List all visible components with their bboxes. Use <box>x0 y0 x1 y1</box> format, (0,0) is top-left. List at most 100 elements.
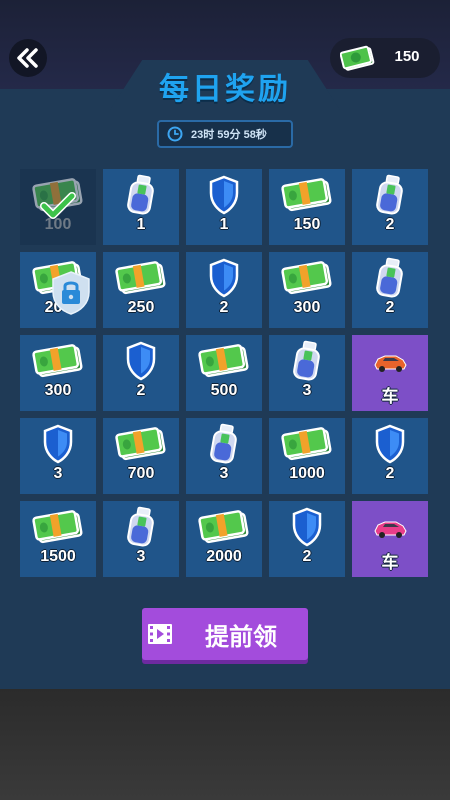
reward-icon-wrap <box>186 505 262 549</box>
timer-text: 23时 59分 58秒 <box>191 129 267 141</box>
reward-grid: 100 1 1 150 2 200 250 2 300 2 300 2 500 … <box>20 169 430 579</box>
reward-icon-wrap <box>20 505 96 549</box>
potion-icon <box>376 257 403 298</box>
reward-cell[interactable]: 1000 <box>269 418 345 494</box>
reward-label: 1 <box>136 216 146 233</box>
back-button[interactable] <box>9 39 47 77</box>
cash-icon <box>198 510 249 544</box>
reward-cell[interactable]: 车 <box>352 501 428 577</box>
potion-icon <box>127 506 154 547</box>
reward-icon-wrap <box>269 256 345 300</box>
reward-cell[interactable]: 200 <box>20 252 96 328</box>
reward-icon-wrap <box>20 339 96 383</box>
reward-cell[interactable]: 500 <box>186 335 262 411</box>
reward-cell[interactable]: 3 <box>103 501 179 577</box>
reward-icon-wrap <box>352 422 428 466</box>
shield-icon <box>375 424 405 464</box>
reward-icon-wrap <box>352 505 428 549</box>
reward-icon-wrap <box>103 422 179 466</box>
reward-cell[interactable]: 2 <box>352 169 428 245</box>
reward-icon-wrap <box>20 422 96 466</box>
claim-early-label: 提前领 <box>205 623 277 651</box>
reward-cell[interactable]: 250 <box>103 252 179 328</box>
countdown-timer: 23时 59分 58秒 <box>157 120 293 148</box>
reward-label: 250 <box>127 299 155 316</box>
shield-icon <box>43 424 73 464</box>
potion-icon <box>376 174 403 215</box>
claim-early-button[interactable]: 提前领 <box>142 608 308 660</box>
page-title: 每日奖励 <box>159 72 291 107</box>
reward-label: 150 <box>293 216 321 233</box>
floor-background <box>0 689 450 800</box>
reward-cell[interactable]: 3 <box>20 418 96 494</box>
car-icon <box>374 355 407 372</box>
potion-icon <box>210 423 237 464</box>
cash-icon <box>32 510 83 544</box>
clock-icon <box>167 126 183 142</box>
reward-cell[interactable]: 3 <box>186 418 262 494</box>
reward-label: 1000 <box>289 465 325 482</box>
potion-icon <box>293 340 320 381</box>
reward-label: 2 <box>302 548 312 565</box>
reward-label: 车 <box>381 387 399 407</box>
reward-cell[interactable]: 1500 <box>20 501 96 577</box>
reward-icon-wrap <box>352 173 428 217</box>
reward-label: 700 <box>127 465 155 482</box>
reward-label: 3 <box>136 548 146 565</box>
reward-icon-wrap <box>103 505 179 549</box>
reward-cell[interactable]: 2 <box>103 335 179 411</box>
reward-icon-wrap <box>269 505 345 549</box>
reward-label: 2 <box>219 299 229 316</box>
cash-icon <box>115 261 166 295</box>
reward-label: 1500 <box>40 548 76 565</box>
lock-icon <box>50 270 92 320</box>
reward-cell[interactable]: 2 <box>352 418 428 494</box>
reward-label: 2 <box>385 216 395 233</box>
reward-cell[interactable]: 3 <box>269 335 345 411</box>
reward-icon-wrap <box>186 339 262 383</box>
reward-cell[interactable]: 1 <box>186 169 262 245</box>
checkmark-icon <box>40 191 76 225</box>
reward-label: 1 <box>219 216 229 233</box>
shield-icon <box>209 175 239 215</box>
cash-icon <box>32 344 83 378</box>
shield-icon <box>292 507 322 547</box>
reward-icon-wrap <box>103 173 179 217</box>
cash-icon <box>281 427 332 461</box>
reward-cell[interactable]: 300 <box>269 252 345 328</box>
reward-label: 车 <box>381 553 399 573</box>
cash-icon <box>281 261 332 295</box>
reward-cell[interactable]: 300 <box>20 335 96 411</box>
reward-icon-wrap <box>352 256 428 300</box>
reward-icon-wrap <box>269 422 345 466</box>
reward-cell[interactable]: 2000 <box>186 501 262 577</box>
shield-icon <box>209 258 239 298</box>
cash-icon <box>281 178 332 212</box>
reward-cell[interactable]: 700 <box>103 418 179 494</box>
reward-cell[interactable]: 2 <box>352 252 428 328</box>
reward-cell[interactable]: 100 <box>20 169 96 245</box>
reward-icon-wrap <box>269 173 345 217</box>
reward-label: 2 <box>136 382 146 399</box>
reward-cell[interactable]: 车 <box>352 335 428 411</box>
reward-cell[interactable]: 2 <box>186 252 262 328</box>
potion-icon <box>127 174 154 215</box>
video-icon <box>148 624 172 644</box>
reward-label: 2 <box>385 299 395 316</box>
shield-icon <box>126 341 156 381</box>
car-icon <box>374 521 407 538</box>
reward-icon-wrap <box>186 173 262 217</box>
reward-icon-wrap <box>103 339 179 383</box>
double-chevron-left-icon <box>17 48 38 68</box>
reward-cell[interactable]: 2 <box>269 501 345 577</box>
reward-icon-wrap <box>186 422 262 466</box>
reward-label: 3 <box>53 465 63 482</box>
reward-cell[interactable]: 1 <box>103 169 179 245</box>
reward-cell[interactable]: 150 <box>269 169 345 245</box>
reward-label: 3 <box>219 465 229 482</box>
cash-icon <box>115 427 166 461</box>
reward-label: 300 <box>293 299 321 316</box>
reward-icon-wrap <box>186 256 262 300</box>
reward-label: 2000 <box>206 548 242 565</box>
reward-icon-wrap <box>269 339 345 383</box>
